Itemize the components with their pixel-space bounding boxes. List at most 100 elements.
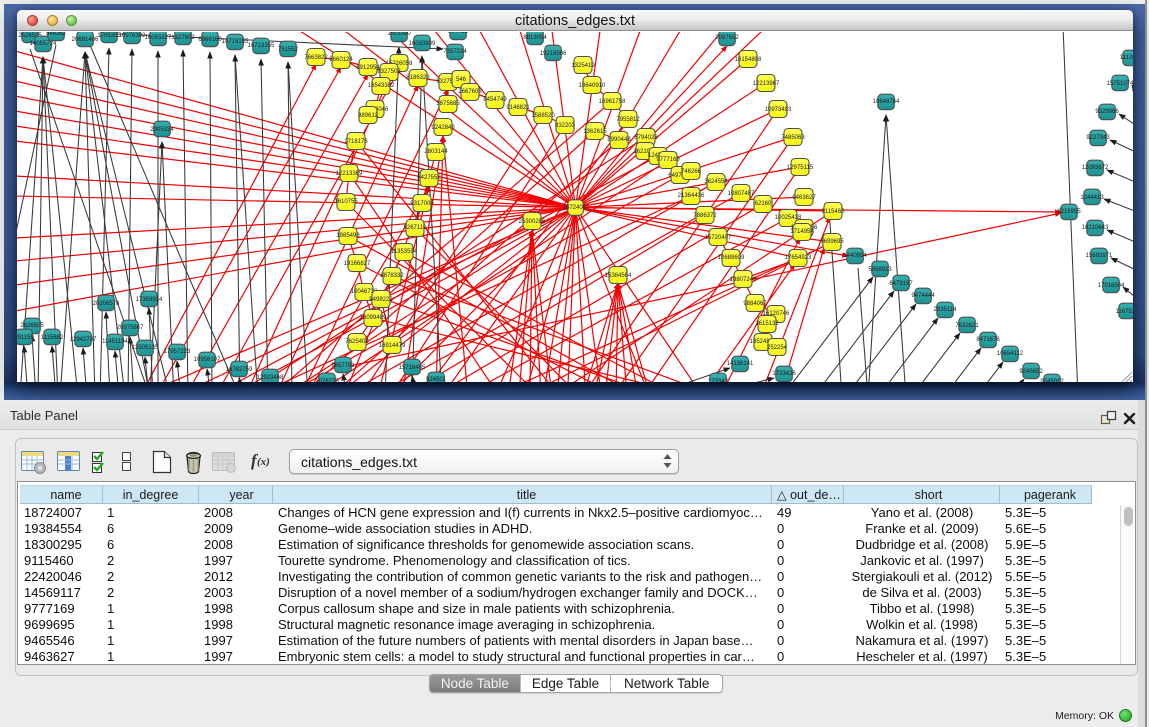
svg-text:832203: 832203	[555, 123, 576, 129]
svg-text:11451194: 11451194	[102, 339, 128, 345]
svg-text:3875685: 3875685	[436, 101, 460, 107]
svg-text:10958107: 10958107	[194, 357, 221, 363]
svg-text:6794028: 6794028	[634, 135, 658, 141]
svg-text:(x): (x)	[257, 456, 270, 468]
svg-text:1325419: 1325419	[571, 63, 595, 69]
svg-text:8215955: 8215955	[1057, 209, 1081, 215]
svg-text:11353594: 11353594	[391, 249, 418, 255]
svg-text:20691406: 20691406	[72, 37, 99, 43]
svg-text:751552: 751552	[278, 47, 299, 53]
svg-text:20975867: 20975867	[117, 325, 144, 331]
svg-text:16713355: 16713355	[248, 43, 275, 49]
svg-text:1078275: 1078275	[315, 379, 339, 382]
svg-text:9115460: 9115460	[822, 209, 846, 215]
svg-text:17957223: 17957223	[164, 349, 191, 355]
svg-text:2935114: 2935114	[934, 307, 958, 313]
svg-text:16033809: 16033809	[409, 41, 436, 47]
svg-text:15716485: 15716485	[399, 365, 426, 371]
svg-text:7625402: 7625402	[345, 339, 369, 345]
svg-text:7663822: 7663822	[304, 55, 328, 61]
svg-text:252254: 252254	[767, 345, 788, 351]
svg-text:10807487: 10807487	[728, 191, 755, 197]
svg-text:12213967: 12213967	[753, 81, 780, 87]
svg-text:989612: 989612	[358, 113, 379, 119]
svg-text:18807249: 18807249	[730, 277, 757, 283]
svg-text:1733426: 1733426	[772, 371, 796, 377]
svg-text:18640910: 18640910	[579, 83, 606, 89]
svg-text:12923468: 12923468	[257, 375, 284, 381]
svg-text:12975115: 12975115	[787, 165, 814, 171]
svg-text:21364436: 21364436	[678, 193, 705, 199]
svg-text:62160: 62160	[755, 201, 772, 207]
svg-text:9146821: 9146821	[506, 105, 530, 111]
svg-text:16055327: 16055327	[145, 35, 172, 41]
svg-text:12505135: 12505135	[132, 345, 159, 351]
svg-text:19166827: 19166827	[344, 261, 371, 267]
svg-text:9463627: 9463627	[792, 195, 816, 201]
svg-text:8427552: 8427552	[417, 175, 441, 181]
svg-text:9327503: 9327503	[377, 69, 401, 75]
svg-text:15384564: 15384564	[605, 273, 632, 279]
svg-text:1244413: 1244413	[1080, 195, 1104, 201]
svg-text:7357224: 7357224	[443, 49, 467, 55]
svg-text:1112045: 1112045	[1120, 55, 1133, 61]
svg-text:10973493: 10973493	[765, 107, 792, 113]
svg-text:7632621: 7632621	[955, 323, 979, 329]
svg-text:1588520: 1588520	[531, 113, 555, 119]
svg-text:16914479: 16914479	[379, 343, 406, 349]
svg-text:8878332: 8878332	[380, 273, 404, 279]
svg-text:1167533: 1167533	[1116, 309, 1133, 315]
svg-text:25300285: 25300285	[519, 219, 546, 225]
svg-text:1327602: 1327602	[171, 35, 195, 41]
svg-text:12213369: 12213369	[336, 171, 363, 177]
svg-text:946362: 946362	[46, 32, 67, 37]
svg-text:15751074: 15751074	[1107, 81, 1133, 87]
svg-text:1714954: 1714954	[790, 229, 814, 235]
svg-text:1440954: 1440954	[843, 253, 867, 259]
svg-text:9245012: 9245012	[1040, 379, 1064, 382]
svg-text:9498222: 9498222	[369, 297, 393, 303]
svg-text:8990448: 8990448	[607, 137, 631, 143]
svg-text:7485063: 7485063	[781, 135, 805, 141]
svg-text:9245652: 9245652	[1019, 369, 1043, 375]
svg-text:16154808: 16154808	[735, 57, 762, 63]
svg-text:546: 546	[456, 77, 467, 83]
svg-text:8186328: 8186328	[406, 75, 430, 81]
svg-text:17016504: 17016504	[1098, 283, 1125, 289]
svg-text:9227343: 9227343	[1086, 135, 1110, 141]
svg-text:924501: 924501	[426, 377, 447, 382]
svg-text:9777169: 9777169	[656, 157, 680, 163]
svg-text:746266: 746266	[681, 169, 702, 175]
svg-text:1603380: 1603380	[387, 32, 411, 37]
svg-text:1115682: 1115682	[41, 335, 64, 341]
svg-text:6479197: 6479197	[889, 281, 913, 287]
svg-text:10976392: 10976392	[119, 33, 146, 39]
svg-text:6966160: 6966160	[198, 37, 222, 43]
svg-text:1610755: 1610755	[334, 199, 358, 205]
svg-text:16210643: 16210643	[1082, 225, 1109, 231]
svg-text:9699695: 9699695	[820, 239, 844, 245]
svg-text:5958923: 5958923	[868, 267, 892, 273]
svg-text:18724007: 18724007	[563, 205, 590, 211]
svg-text:7886372: 7886372	[693, 213, 717, 219]
svg-text:8267110: 8267110	[404, 225, 428, 231]
svg-text:2905334: 2905334	[150, 127, 174, 133]
svg-text:17654923: 17654923	[785, 255, 812, 261]
svg-text:12942737: 12942737	[70, 337, 97, 343]
svg-text:16782759: 16782759	[226, 367, 253, 373]
svg-text:2087652: 2087652	[715, 35, 739, 41]
svg-text:2626505: 2626505	[20, 323, 44, 329]
svg-text:20206576: 20206576	[93, 301, 120, 307]
svg-text:2667608: 2667608	[458, 89, 482, 95]
svg-text:1985498: 1985498	[336, 233, 360, 239]
svg-text:3624554: 3624554	[704, 179, 728, 185]
svg-text:904452: 904452	[448, 32, 469, 35]
svg-text:1615132: 1615132	[755, 321, 779, 327]
svg-text:7955812: 7955812	[616, 117, 640, 123]
svg-text:10648764: 10648764	[873, 99, 900, 105]
svg-text:8454749: 8454749	[483, 97, 507, 103]
svg-text:12093872: 12093872	[1082, 165, 1109, 171]
svg-text:16543382: 16543382	[368, 83, 395, 89]
svg-text:10719155: 10719155	[222, 39, 249, 45]
svg-text:10688609: 10688609	[718, 255, 745, 261]
